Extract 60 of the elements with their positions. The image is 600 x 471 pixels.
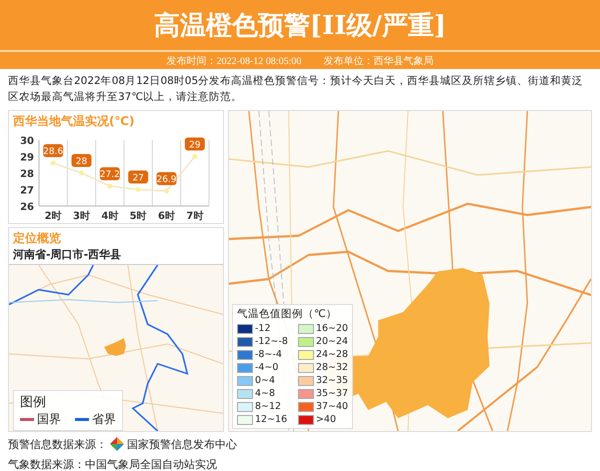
legend-label: 20~24 [316,336,348,347]
legend-label: 28~32 [316,362,348,373]
publish-time: 发布时间：2022-08-12 08:05:00 [166,54,302,68]
data-point [136,187,141,192]
data-label: 27.2 [100,170,120,180]
warning-title: 高温橙色预警[II级/严重] [154,10,446,42]
legend-label: -8~-4 [255,349,282,360]
y-tick-label: 29 [20,152,34,164]
legend-label: 24~28 [316,349,348,360]
weather-source: 气象数据来源：中国气象局全国自动站实况 [8,456,218,471]
legend-label: 16~20 [316,323,348,334]
warning-source-label: 预警信息数据来源： [8,436,107,452]
warning-source-name: 国家预警信息发布中心 [127,436,237,452]
legend-label: 32~35 [316,375,348,386]
legend-label: 37~40 [316,401,348,412]
publish-unit: 发布单位：西华县气象局 [323,54,434,68]
legend-label: -12 [255,323,271,334]
value-label: 27 [128,170,148,184]
data-label: 26.9 [156,175,177,186]
y-axis: 26 27 28 29 30 [20,136,40,213]
data-point [79,170,84,176]
value-label: 29 [184,138,205,150]
panel-title: 西华当地气温实况(℃) [13,113,136,130]
legend-label: 省界 [92,411,116,428]
data-label: 28.6 [43,147,64,158]
legend-label: 35~37 [316,388,348,399]
y-tick-label: 30 [20,136,34,147]
legend-label: 4~8 [255,388,276,399]
panel-title: 定位概览 [12,230,62,247]
legend-label: 国界 [37,411,61,428]
data-point [192,154,198,159]
value-label: 28.6 [43,144,64,158]
x-tick-label: 7时 [186,210,204,222]
legend-label: 12~16 [255,414,288,425]
warning-description: 西华县气象台2022年08月12日08时05分发布高温橙色预警信号：预计今天白天，西华县城区及所辖乡镇、街道和黄泛区农场最高气温将升至37℃以上，请注意防范。 [8,74,584,105]
data-point [164,188,169,194]
diamond-logo-icon [110,437,124,451]
legend-label: >40 [316,414,336,425]
legend-title: 图例 [20,394,47,411]
data-point [50,160,56,166]
x-tick-label: 2时 [44,210,62,222]
data-point [107,184,112,189]
data-label: 27 [132,174,144,184]
legend-label: 0~4 [255,375,276,386]
x-tick-label: 4时 [101,210,118,222]
y-tick-label: 27 [20,186,34,196]
x-tick-label: 3时 [73,210,90,222]
y-tick-label: 28 [20,169,34,180]
value-label: 28 [72,154,92,167]
legend-label: 8~12 [255,401,282,412]
legend-title: 气温色值图例（℃） [237,307,338,321]
value-label: 26.9 [156,172,177,186]
x-tick-label: 6时 [158,210,175,222]
legend-label: -12~-8 [255,336,288,347]
y-tick-label: 26 [20,202,34,213]
data-label: 29 [189,140,201,150]
x-tick-label: 5时 [130,210,147,222]
legend-label: -4~0 [255,362,278,373]
data-label: 28 [76,157,88,167]
value-label: 27.2 [100,167,120,180]
